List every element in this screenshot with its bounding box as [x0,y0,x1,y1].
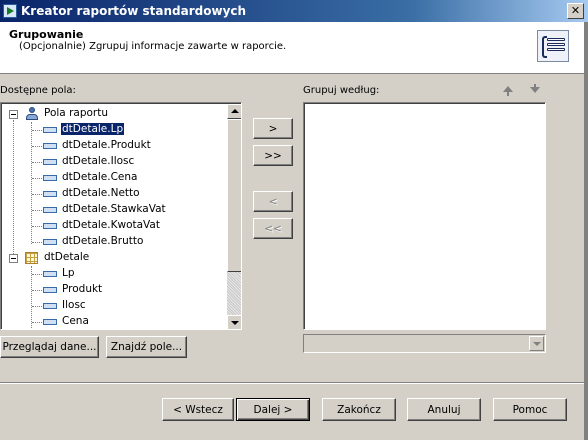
field-icon [43,127,57,133]
add-all-fields-button[interactable]: >> [253,145,293,166]
scroll-thumb[interactable] [227,119,241,272]
scroll-track[interactable] [227,272,241,315]
back-button[interactable]: < Wstecz [162,398,234,421]
tree-node-label: Pola raportu [44,107,108,119]
tree-field-item[interactable]: dtDetale.Lp [1,122,227,138]
window-edge [584,22,588,440]
tree-field-label: dtDetale.Lp [61,123,125,135]
field-icon [43,143,57,149]
app-icon [3,4,17,18]
tree-field-label: Lp [62,267,75,279]
page-subtitle: (Opcjonalnie) Zgrupuj informacje zawarte… [19,41,287,52]
page-title: Grupowanie [9,28,84,41]
scroll-down-button[interactable] [227,315,241,329]
tree-field-label: dtDetale.Cena [62,171,138,183]
tree-field-label: Produkt [62,283,103,295]
collapse-icon[interactable] [9,110,18,119]
tree-field-label: dtDetale.Produkt [62,139,151,151]
add-field-button[interactable]: > [253,118,293,139]
tree-field-label: Ilosc [62,299,86,311]
tree-field-label: Cena [62,315,89,327]
tree-field-label: dtDetale.KwotaVat [62,219,160,231]
tree-node-label: dtDetale [44,251,90,263]
tree-field-item[interactable]: dtDetale.Cena [1,170,227,186]
tree-field-label: dtDetale.Netto [62,187,140,199]
field-icon [43,287,57,293]
browse-data-button[interactable]: Przeglądaj dane... [0,336,99,358]
group-sort-select[interactable] [303,334,546,353]
group-icon [537,30,569,62]
group-by-list[interactable] [303,102,546,330]
tree-field-item[interactable]: dtDetale.Netto [1,186,227,202]
field-icon [43,319,57,325]
tree-content: Pola raportu dtDetale.Lp dtDetale.Produkt… [1,103,227,329]
next-button[interactable]: Dalej > [236,398,310,421]
table-icon [25,252,38,264]
footer-divider [0,382,584,384]
tree-field-item[interactable]: Produkt [1,282,227,298]
tree-field-item[interactable]: Cena [1,314,227,329]
tree-field-item[interactable]: dtDetale.KwotaVat [1,218,227,234]
field-icon [43,271,57,277]
tree-field-label: dtDetale.Ilosc [62,155,135,167]
help-button[interactable]: Pomoc [493,398,567,421]
title-bar: Kreator raportów standardowych ✕ [0,0,588,22]
field-icon [43,239,57,245]
dropdown-arrow-icon[interactable] [529,336,544,351]
finish-button[interactable]: Zakończ [322,398,396,421]
tree-scrollbar[interactable] [227,104,241,329]
field-icon [43,175,57,181]
remove-field-button[interactable]: < [253,191,293,212]
close-button[interactable]: ✕ [567,3,584,19]
move-down-icon[interactable] [530,84,540,95]
tree-field-item[interactable]: dtDetale.Produkt [1,138,227,154]
available-fields-label: Dostępne pola: [0,85,76,96]
field-icon [43,303,57,309]
move-up-icon[interactable] [503,85,513,96]
tree-field-label: dtDetale.Brutto [62,235,144,247]
tree-field-label: dtDetale.StawkaVat [62,203,166,215]
scroll-up-button[interactable] [227,104,241,119]
collapse-icon[interactable] [9,254,18,263]
remove-all-fields-button[interactable]: << [253,218,293,239]
tree-field-item[interactable]: Lp [1,266,227,282]
find-field-button[interactable]: Znajdź pole... [106,336,187,358]
field-icon [43,191,57,197]
tree-field-item[interactable]: dtDetale.StawkaVat [1,202,227,218]
cancel-button[interactable]: Anuluj [407,398,481,421]
field-icon [43,159,57,165]
tree-node-dtdetale[interactable]: dtDetale [1,250,227,266]
tree-field-item[interactable]: Ilosc [1,298,227,314]
available-fields-tree[interactable]: Pola raportu dtDetale.Lp dtDetale.Produkt… [0,102,242,330]
field-icon [43,207,57,213]
wizard-header: Grupowanie (Opcjonalnie) Zgrupuj informa… [0,22,588,74]
report-fields-icon [25,107,39,121]
tree-field-item[interactable]: dtDetale.Ilosc [1,154,227,170]
window-title: Kreator raportów standardowych [21,4,247,18]
tree-node-report-fields[interactable]: Pola raportu [1,106,227,122]
field-icon [43,223,57,229]
tree-field-item[interactable]: dtDetale.Brutto [1,234,227,250]
group-by-label: Grupuj według: [303,85,380,96]
